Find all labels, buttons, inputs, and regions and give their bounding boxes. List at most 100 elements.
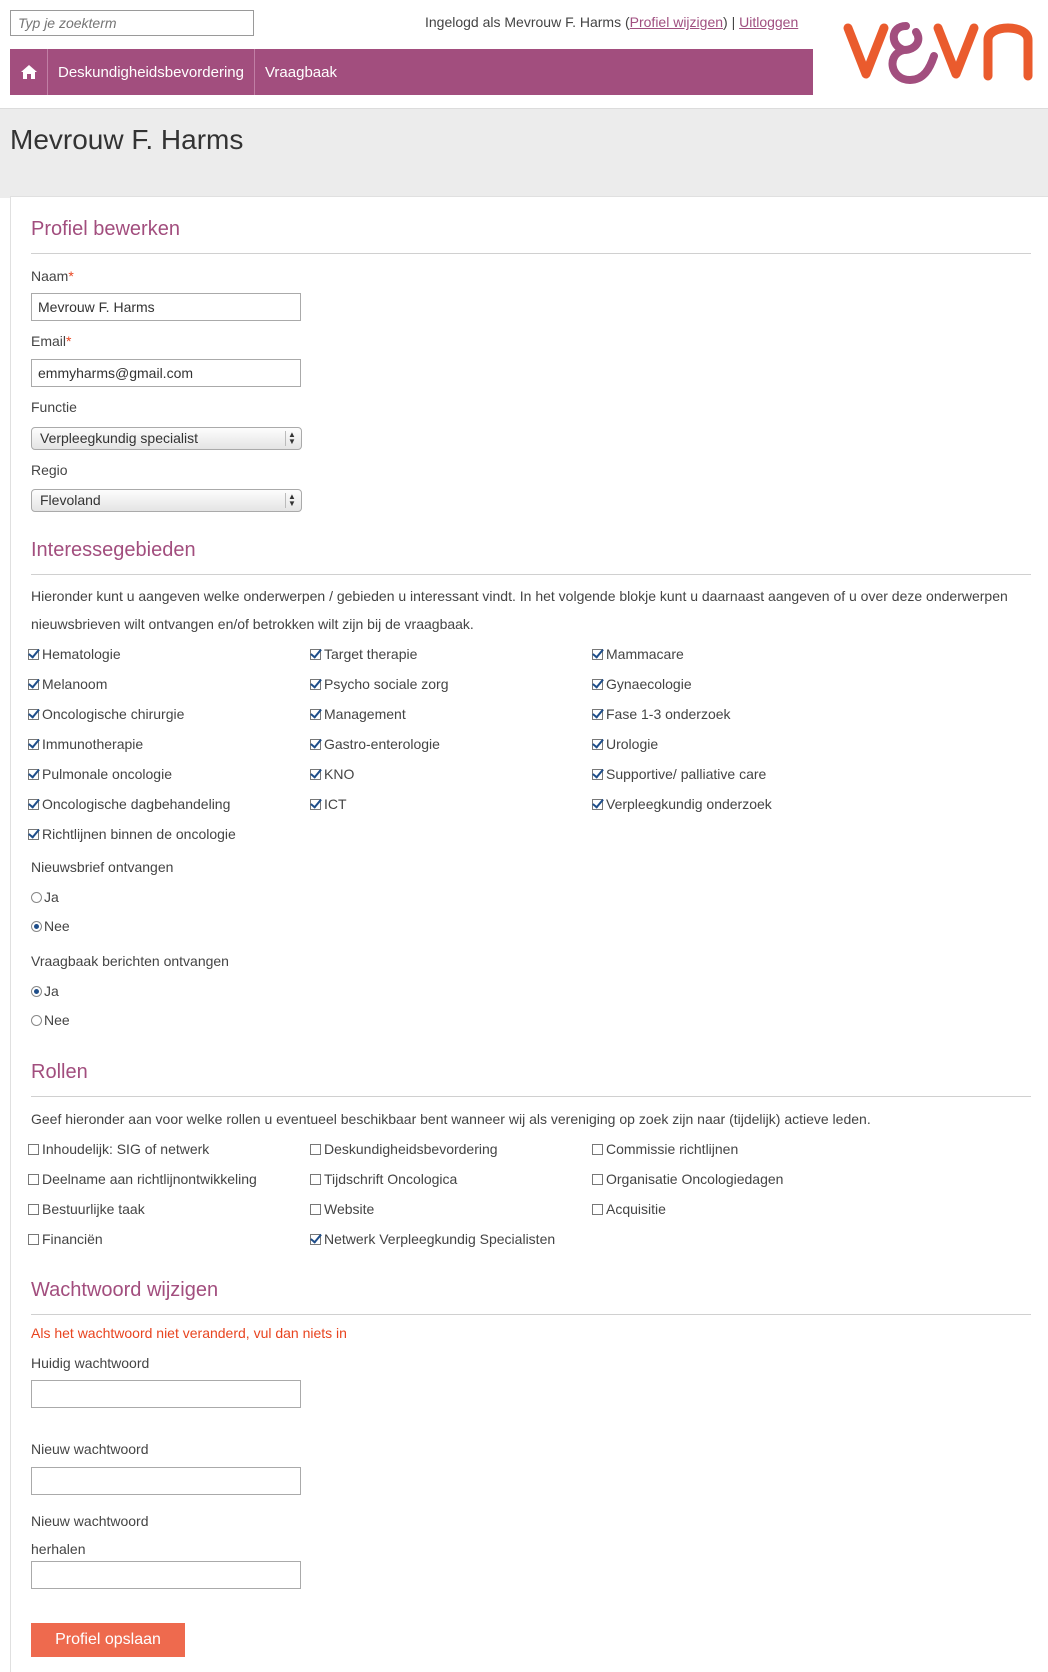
- newsletter-radio-nee[interactable]: Nee: [31, 918, 70, 934]
- role-checkbox[interactable]: Commissie richtlijnen: [592, 1141, 738, 1157]
- checkbox-checked-icon[interactable]: [28, 828, 39, 840]
- role-checkbox[interactable]: Deelname aan richtlijnontwikkeling: [28, 1171, 257, 1187]
- interest-checkbox[interactable]: Hematologie: [28, 646, 121, 662]
- new-password-field[interactable]: [31, 1467, 301, 1495]
- checkbox-checked-icon[interactable]: [592, 738, 603, 750]
- checkbox-label: Financiën: [42, 1231, 103, 1247]
- newsletter-label: Nieuwsbrief ontvangen: [31, 859, 174, 875]
- checkbox-label: Immunotherapie: [42, 736, 144, 752]
- role-checkbox[interactable]: Financiën: [28, 1231, 103, 1247]
- checkbox-icon[interactable]: [28, 1143, 39, 1155]
- nav-vraagbaak[interactable]: Vraagbaak: [255, 49, 347, 95]
- checkbox-checked-icon[interactable]: [310, 768, 321, 780]
- checkbox-checked-icon[interactable]: [592, 798, 603, 810]
- search-input[interactable]: [10, 10, 254, 36]
- interest-checkbox[interactable]: Oncologische dagbehandeling: [28, 796, 230, 812]
- interest-checkbox[interactable]: Management: [310, 706, 406, 722]
- interest-checkbox[interactable]: Oncologische chirurgie: [28, 706, 184, 722]
- checkbox-checked-icon[interactable]: [310, 1233, 321, 1245]
- checkbox-checked-icon[interactable]: [28, 648, 39, 660]
- function-select[interactable]: Verpleegkundig specialist ▲ ▼: [31, 427, 302, 450]
- name-label: Naam*: [31, 268, 74, 284]
- checkbox-label: Bestuurlijke taak: [42, 1201, 145, 1217]
- profile-edit-link[interactable]: Profiel wijzigen: [630, 14, 723, 30]
- checkbox-icon[interactable]: [592, 1203, 603, 1215]
- interest-checkbox[interactable]: Melanoom: [28, 676, 107, 692]
- divider: [31, 253, 1031, 254]
- checkbox-label: Oncologische chirurgie: [42, 706, 185, 722]
- checkbox-label: Gynaecologie: [606, 676, 692, 692]
- qa-label: Vraagbaak berichten ontvangen: [31, 953, 229, 969]
- name-field[interactable]: [31, 293, 301, 321]
- role-checkbox[interactable]: Deskundigheidsbevordering: [310, 1141, 498, 1157]
- function-label: Functie: [31, 399, 77, 415]
- checkbox-checked-icon[interactable]: [28, 678, 39, 690]
- role-checkbox[interactable]: Bestuurlijke taak: [28, 1201, 145, 1217]
- interest-checkbox[interactable]: Target therapie: [310, 646, 417, 662]
- qa-radio-ja[interactable]: Ja: [31, 983, 59, 999]
- checkbox-icon[interactable]: [28, 1203, 39, 1215]
- checkbox-checked-icon[interactable]: [592, 648, 603, 660]
- checkbox-icon[interactable]: [28, 1233, 39, 1245]
- checkbox-icon[interactable]: [592, 1173, 603, 1185]
- interest-checkbox[interactable]: Mammacare: [592, 646, 684, 662]
- role-checkbox[interactable]: Organisatie Oncologiedagen: [592, 1171, 783, 1187]
- save-profile-button[interactable]: Profiel opslaan: [31, 1623, 185, 1657]
- repeat-password-field[interactable]: [31, 1561, 301, 1589]
- select-arrows-icon: ▲ ▼: [285, 493, 298, 508]
- checkbox-icon[interactable]: [28, 1173, 39, 1185]
- nav-deskundigheidsbevordering[interactable]: Deskundigheidsbevordering: [48, 49, 255, 95]
- role-checkbox[interactable]: Netwerk Verpleegkundig Specialisten: [310, 1231, 555, 1247]
- interest-checkbox[interactable]: Verpleegkundig onderzoek: [592, 796, 772, 812]
- checkbox-checked-icon[interactable]: [28, 738, 39, 750]
- checkbox-icon[interactable]: [310, 1203, 321, 1215]
- radio-icon[interactable]: [31, 1014, 42, 1026]
- checkbox-checked-icon[interactable]: [592, 768, 603, 780]
- radio-icon[interactable]: [31, 891, 42, 903]
- checkbox-checked-icon[interactable]: [28, 798, 39, 810]
- current-password-field[interactable]: [31, 1380, 301, 1408]
- section-title-roles: Rollen: [31, 1061, 88, 1083]
- interest-checkbox[interactable]: ICT: [310, 796, 347, 812]
- vvn-logo[interactable]: [842, 6, 1042, 96]
- checkbox-label: Hematologie: [42, 646, 121, 662]
- interest-checkbox[interactable]: Gynaecologie: [592, 676, 692, 692]
- checkbox-icon[interactable]: [592, 1143, 603, 1155]
- interest-checkbox[interactable]: Supportive/ palliative care: [592, 766, 766, 782]
- newsletter-radio-ja[interactable]: Ja: [31, 889, 59, 905]
- checkbox-checked-icon[interactable]: [310, 708, 321, 720]
- interest-checkbox[interactable]: Richtlijnen binnen de oncologie: [28, 826, 236, 842]
- checkbox-checked-icon[interactable]: [310, 738, 321, 750]
- radio-selected-icon[interactable]: [31, 920, 42, 932]
- logout-link[interactable]: Uitloggen: [739, 14, 798, 30]
- role-checkbox[interactable]: Tijdschrift Oncologica: [310, 1171, 457, 1187]
- checkbox-icon[interactable]: [310, 1143, 321, 1155]
- checkbox-checked-icon[interactable]: [592, 708, 603, 720]
- checkbox-checked-icon[interactable]: [592, 678, 603, 690]
- interest-checkbox[interactable]: KNO: [310, 766, 354, 782]
- checkbox-label: Richtlijnen binnen de oncologie: [42, 826, 236, 842]
- nav-home[interactable]: [10, 49, 48, 95]
- checkbox-checked-icon[interactable]: [310, 648, 321, 660]
- interest-checkbox[interactable]: Fase 1-3 onderzoek: [592, 706, 731, 722]
- interest-checkbox[interactable]: Gastro-enterologie: [310, 736, 440, 752]
- region-label: Regio: [31, 462, 68, 478]
- checkbox-checked-icon[interactable]: [310, 678, 321, 690]
- checkbox-label: Supportive/ palliative care: [606, 766, 767, 782]
- checkbox-icon[interactable]: [310, 1173, 321, 1185]
- interest-checkbox[interactable]: Urologie: [592, 736, 658, 752]
- email-field[interactable]: [31, 359, 301, 387]
- qa-radio-nee[interactable]: Nee: [31, 1012, 70, 1028]
- region-select[interactable]: Flevoland ▲ ▼: [31, 489, 302, 512]
- checkbox-checked-icon[interactable]: [28, 708, 39, 720]
- checkbox-checked-icon[interactable]: [310, 798, 321, 810]
- interest-checkbox[interactable]: Pulmonale oncologie: [28, 766, 172, 782]
- role-checkbox[interactable]: Acquisitie: [592, 1201, 666, 1217]
- role-checkbox[interactable]: Inhoudelijk: SIG of netwerk: [28, 1141, 209, 1157]
- checkbox-checked-icon[interactable]: [28, 768, 39, 780]
- interest-checkbox[interactable]: Immunotherapie: [28, 736, 143, 752]
- checkbox-label: Website: [324, 1201, 375, 1217]
- radio-selected-icon[interactable]: [31, 985, 42, 997]
- interest-checkbox[interactable]: Psycho sociale zorg: [310, 676, 449, 692]
- role-checkbox[interactable]: Website: [310, 1201, 374, 1217]
